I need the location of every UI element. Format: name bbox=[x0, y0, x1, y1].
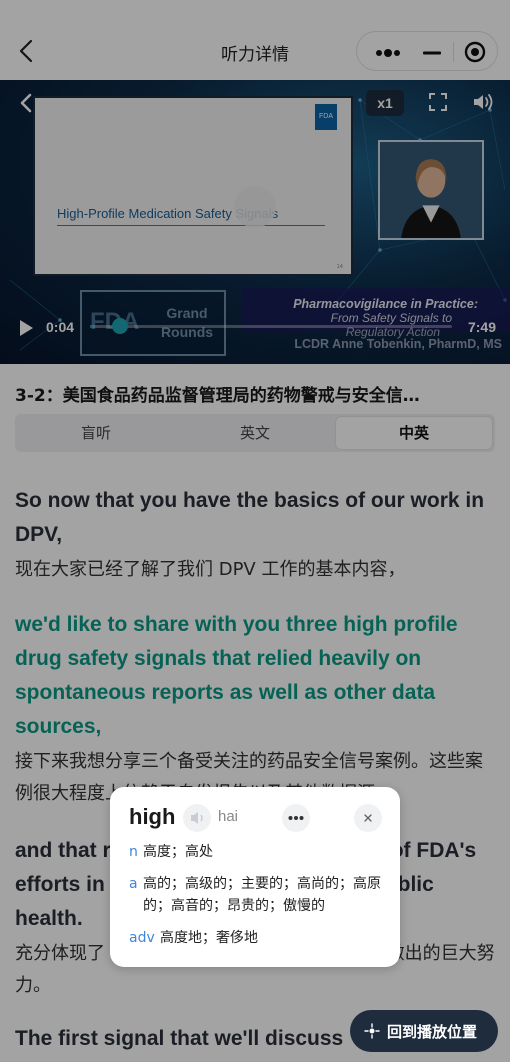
pos-label: a bbox=[129, 876, 138, 892]
popup-word: high bbox=[129, 804, 176, 829]
popup-close-icon[interactable] bbox=[354, 804, 382, 832]
back-to-position-button[interactable]: 回到播放位置 bbox=[350, 1010, 498, 1052]
popup-phonetic: hai bbox=[218, 808, 239, 825]
popup-more-icon[interactable] bbox=[282, 804, 310, 832]
back-to-position-label: 回到播放位置 bbox=[387, 1023, 478, 1041]
definition-adjective: a 高的；高级的；主要的；高尚的；高原的；高音的；昂贵的；傲慢的 bbox=[129, 873, 385, 917]
locate-icon bbox=[364, 1023, 380, 1039]
pronounce-speaker-icon[interactable] bbox=[183, 804, 211, 832]
word-definition-popup: high hai n 高度；高处 a 高的；高级的；主要的；高尚的；高原的；高音… bbox=[110, 787, 400, 967]
pos-label: n bbox=[129, 844, 138, 860]
definition-noun: n 高度；高处 bbox=[129, 841, 385, 863]
definition-text: 高度地；奢侈地 bbox=[160, 930, 258, 946]
definition-text: 高的；高级的；主要的；高尚的；高原的；高音的；昂贵的；傲慢的 bbox=[143, 876, 381, 914]
definition-text: 高度；高处 bbox=[143, 844, 213, 860]
pos-label: adv bbox=[129, 930, 155, 946]
definition-adverb: adv 高度地；奢侈地 bbox=[129, 927, 385, 949]
